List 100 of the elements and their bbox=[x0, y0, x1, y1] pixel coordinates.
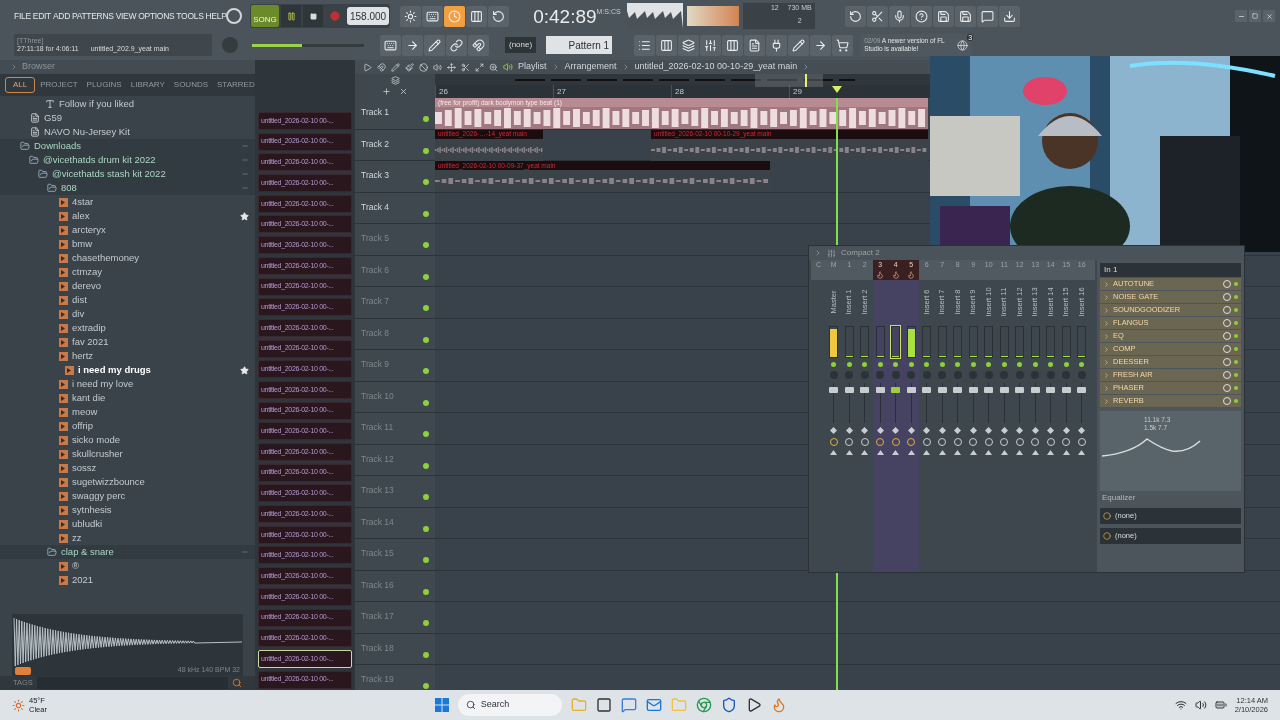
mixer-strip[interactable] bbox=[872, 280, 888, 572]
tool-icon[interactable] bbox=[489, 62, 498, 72]
browser-item[interactable]: i need my drugs bbox=[0, 363, 255, 377]
mixer-button[interactable] bbox=[700, 34, 722, 56]
browser-item[interactable]: 808 bbox=[0, 181, 255, 195]
chat-button[interactable] bbox=[976, 5, 998, 27]
magnet-button[interactable] bbox=[468, 34, 489, 56]
tool-icon[interactable] bbox=[391, 62, 400, 72]
browser-item[interactable]: sicko mode bbox=[0, 433, 255, 447]
loop-record-button[interactable] bbox=[488, 5, 510, 27]
menu-item[interactable]: EDIT bbox=[32, 9, 51, 23]
menu-item[interactable]: FILE bbox=[14, 9, 31, 23]
volume-fader[interactable] bbox=[999, 383, 1009, 423]
browser-item[interactable]: hertz bbox=[0, 349, 255, 363]
browser-item[interactable]: derevo bbox=[0, 279, 255, 293]
tool-icon[interactable] bbox=[419, 62, 428, 72]
piano-roll-button[interactable] bbox=[656, 34, 678, 56]
tool-icon[interactable] bbox=[405, 62, 414, 72]
search-icon[interactable] bbox=[232, 678, 242, 688]
menu-item[interactable]: VIEW bbox=[115, 9, 137, 23]
tool-icon[interactable] bbox=[433, 62, 442, 72]
search-field[interactable]: Search bbox=[457, 694, 562, 716]
metronome-button[interactable] bbox=[400, 5, 422, 27]
browser-button[interactable] bbox=[722, 34, 744, 56]
stop-button[interactable] bbox=[303, 5, 323, 27]
battery-icon[interactable] bbox=[1214, 699, 1227, 711]
shield-icon[interactable] bbox=[720, 697, 737, 713]
menu-item[interactable]: HELP bbox=[205, 9, 227, 23]
song-mode-toggle[interactable]: SONG bbox=[251, 5, 279, 27]
browser-item[interactable]: sugetwizzbounce bbox=[0, 475, 255, 489]
volume-fader[interactable] bbox=[1046, 383, 1056, 423]
volume-fader[interactable] bbox=[922, 383, 932, 423]
volume-icon[interactable] bbox=[1194, 699, 1207, 711]
tool-icon[interactable] bbox=[461, 62, 470, 72]
browser-item[interactable]: @vicethatds drum kit 2022 bbox=[0, 153, 255, 167]
browser-tab[interactable]: SOUNDS bbox=[169, 77, 213, 93]
browser-item[interactable]: div bbox=[0, 307, 255, 321]
browser-tab[interactable]: ALL bbox=[5, 77, 36, 93]
download-button[interactable] bbox=[998, 5, 1020, 27]
tool-icon[interactable] bbox=[447, 62, 456, 72]
tool-icon[interactable] bbox=[475, 62, 484, 72]
browser-item[interactable]: sossz bbox=[0, 461, 255, 475]
browser-item[interactable]: ubludki bbox=[0, 517, 255, 531]
pitch-knob[interactable] bbox=[226, 8, 242, 24]
globe-icon[interactable] bbox=[695, 697, 712, 713]
typing-keyboard-button[interactable] bbox=[380, 34, 401, 56]
browser-item[interactable]: sytnhesis bbox=[0, 503, 255, 517]
volume-fader[interactable] bbox=[844, 383, 854, 423]
close-icon[interactable] bbox=[399, 87, 408, 96]
windows-logo-icon[interactable] bbox=[434, 698, 449, 712]
browser-item[interactable]: NAVO Nu-Jersey Kit bbox=[0, 125, 255, 139]
browser-item[interactable]: ctmzay bbox=[0, 265, 255, 279]
volume-fader[interactable] bbox=[860, 383, 870, 423]
tool-icon[interactable] bbox=[363, 62, 372, 72]
volume-fader[interactable] bbox=[1030, 383, 1040, 423]
browser-item[interactable]: ® bbox=[0, 559, 255, 573]
volume-fader[interactable] bbox=[829, 383, 839, 423]
browser-item[interactable]: @vicethatds stash kit 2022 bbox=[0, 167, 255, 181]
undo-button[interactable] bbox=[844, 5, 866, 27]
window-icon[interactable] bbox=[595, 697, 612, 713]
chat-icon[interactable] bbox=[620, 697, 637, 713]
browser-item[interactable]: alex bbox=[0, 209, 255, 223]
pattern-selector[interactable]: Pattern 1 bbox=[546, 36, 613, 54]
playlist-button[interactable] bbox=[634, 34, 656, 56]
volume-fader[interactable] bbox=[937, 383, 947, 423]
microphone-button[interactable] bbox=[888, 5, 910, 27]
add-track-icon[interactable] bbox=[382, 87, 391, 96]
project-button[interactable] bbox=[744, 34, 766, 56]
tags-field[interactable] bbox=[36, 677, 228, 689]
volume-fader[interactable] bbox=[968, 383, 978, 423]
browser-item[interactable]: 4star bbox=[0, 195, 255, 209]
browser-item[interactable]: offrip bbox=[0, 419, 255, 433]
browser-item[interactable]: arcteryx bbox=[0, 223, 255, 237]
browser-item[interactable]: dist bbox=[0, 293, 255, 307]
plugin-button[interactable] bbox=[766, 34, 788, 56]
browser-item[interactable]: meow bbox=[0, 405, 255, 419]
minimize-button[interactable] bbox=[1235, 10, 1247, 22]
save-button[interactable] bbox=[932, 5, 954, 27]
browser-item[interactable]: 2021 bbox=[0, 573, 255, 587]
master-volume-slider[interactable] bbox=[252, 43, 364, 47]
track-header[interactable]: Track 2 bbox=[355, 129, 435, 160]
shop-button[interactable] bbox=[832, 34, 854, 56]
browser-tab[interactable]: LIBRARY bbox=[126, 77, 169, 93]
menu-item[interactable]: ADD bbox=[52, 9, 70, 23]
browser-item[interactable]: Follow if you liked bbox=[0, 97, 255, 111]
countdown-button[interactable] bbox=[444, 5, 466, 27]
pencil-button[interactable] bbox=[424, 34, 445, 56]
mail-icon[interactable] bbox=[645, 697, 662, 713]
browser-item[interactable]: skullcrusher bbox=[0, 447, 255, 461]
volume-fader[interactable] bbox=[1077, 383, 1087, 423]
wait-input-button[interactable] bbox=[422, 5, 444, 27]
browser-tab[interactable]: PLUGINS bbox=[82, 77, 126, 93]
track-header[interactable]: Track 1 bbox=[355, 98, 435, 129]
link-button[interactable] bbox=[446, 34, 467, 56]
browser-item[interactable]: kant die bbox=[0, 391, 255, 405]
help-button[interactable] bbox=[910, 5, 932, 27]
globe-icon[interactable] bbox=[957, 39, 969, 51]
cut-button[interactable] bbox=[866, 5, 888, 27]
track-header[interactable]: Track 3 bbox=[355, 161, 435, 192]
save-as-button[interactable] bbox=[954, 5, 976, 27]
